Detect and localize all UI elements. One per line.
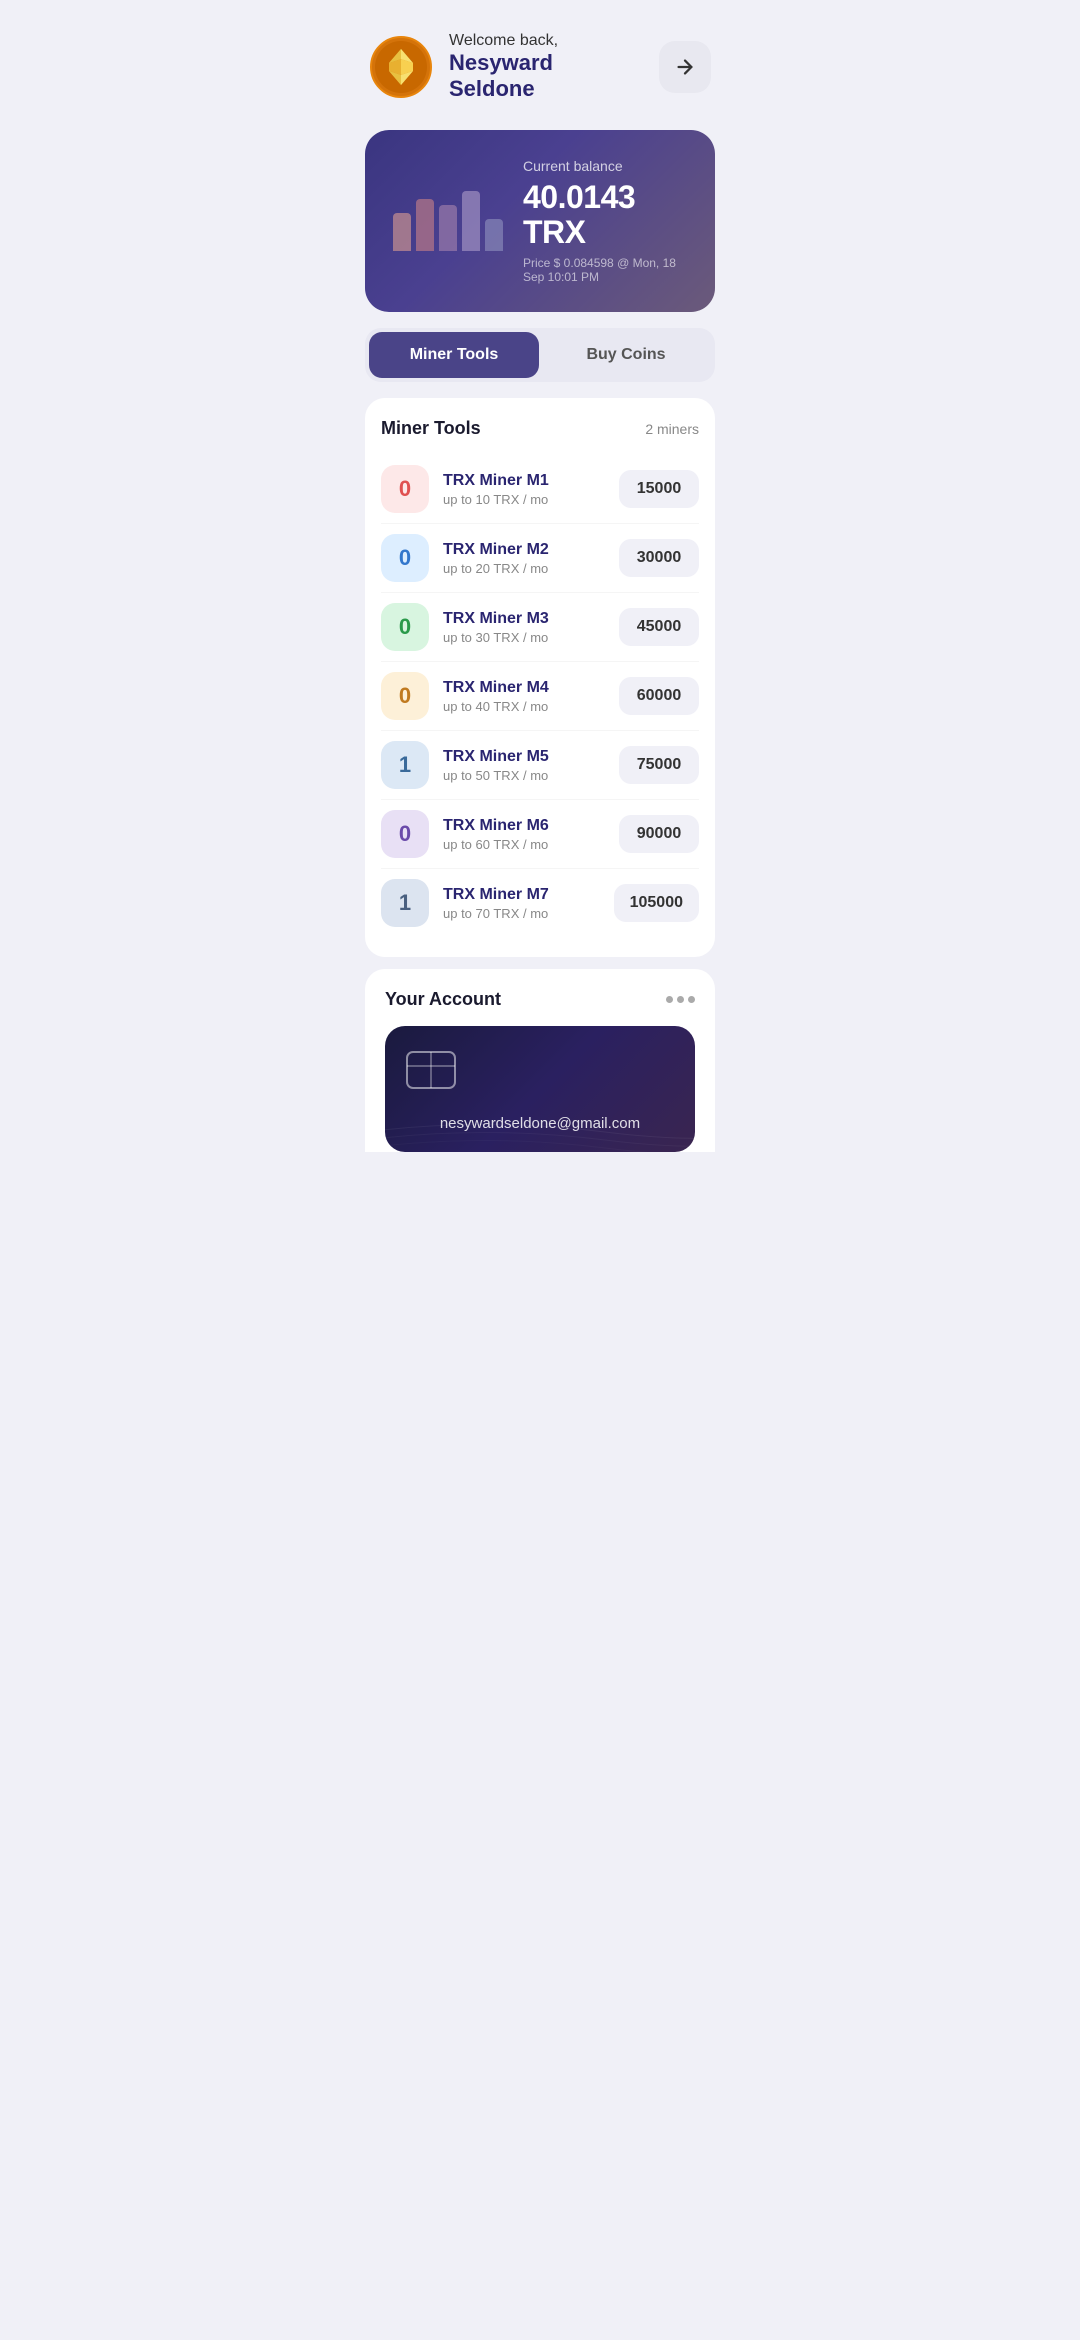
miner-item[interactable]: 0 TRX Miner M4 up to 40 TRX / mo 60000 [381,662,699,731]
chart-bar [439,205,457,251]
account-title: Your Account [385,989,501,1010]
account-card: nesywardseldone@gmail.com [385,1026,695,1152]
miner-info: TRX Miner M4 up to 40 TRX / mo [443,679,605,714]
miner-price: 105000 [614,884,699,922]
miner-item[interactable]: 0 TRX Miner M1 up to 10 TRX / mo 15000 [381,455,699,524]
miner-name: TRX Miner M6 [443,817,605,835]
miner-name: TRX Miner M3 [443,610,605,628]
miner-capacity: up to 40 TRX / mo [443,699,605,714]
miner-item[interactable]: 1 TRX Miner M7 up to 70 TRX / mo 105000 [381,869,699,937]
miner-item[interactable]: 0 TRX Miner M3 up to 30 TRX / mo 45000 [381,593,699,662]
miner-count-badge: 0 [381,465,429,513]
miner-tools-section: Miner Tools 2 miners 0 TRX Miner M1 up t… [365,398,715,957]
section-header: Miner Tools 2 miners [381,418,699,439]
chart-bar [393,213,411,251]
miner-name: TRX Miner M5 [443,748,605,766]
miner-list: 0 TRX Miner M1 up to 10 TRX / mo 15000 0… [381,455,699,937]
page-wrapper: Welcome back, Nesyward Seldone Current b… [345,0,735,2340]
header-text: Welcome back, Nesyward Seldone [449,32,643,102]
miner-info: TRX Miner M6 up to 60 TRX / mo [443,817,605,852]
miner-capacity: up to 50 TRX / mo [443,768,605,783]
balance-amount: 40.0143 TRX [523,180,687,250]
miner-name: TRX Miner M4 [443,679,605,697]
miner-info: TRX Miner M7 up to 70 TRX / mo [443,886,600,921]
miner-count-badge: 0 [381,672,429,720]
miner-item[interactable]: 1 TRX Miner M5 up to 50 TRX / mo 75000 [381,731,699,800]
miner-name: TRX Miner M2 [443,541,605,559]
balance-info: Current balance 40.0143 TRX Price $ 0.08… [523,158,687,284]
section-title: Miner Tools [381,418,481,439]
tabs-container: Miner ToolsBuy Coins [365,328,715,382]
miner-capacity: up to 30 TRX / mo [443,630,605,645]
card-icon [405,1050,675,1095]
more-options-button[interactable] [666,996,695,1003]
miner-price: 75000 [619,746,699,784]
chart-bar [485,219,503,251]
your-account-section: Your Account nesywardseldone@g [365,969,715,1152]
tab-miner-tools[interactable]: Miner Tools [369,332,539,378]
miner-capacity: up to 10 TRX / mo [443,492,605,507]
miner-price: 90000 [619,815,699,853]
miner-capacity: up to 20 TRX / mo [443,561,605,576]
miner-name: TRX Miner M7 [443,886,600,904]
miner-info: TRX Miner M2 up to 20 TRX / mo [443,541,605,576]
dot-1 [666,996,673,1003]
balance-price: Price $ 0.084598 @ Mon, 18 Sep 10:01 PM [523,256,687,284]
miner-capacity: up to 70 TRX / mo [443,906,600,921]
dot-3 [688,996,695,1003]
miners-count: 2 miners [645,421,699,437]
miner-info: TRX Miner M3 up to 30 TRX / mo [443,610,605,645]
miner-price: 60000 [619,677,699,715]
balance-label: Current balance [523,158,687,174]
miner-count-badge: 0 [381,810,429,858]
chart-bar [416,199,434,251]
miner-count-badge: 1 [381,879,429,927]
avatar [369,35,433,99]
welcome-text: Welcome back, [449,32,643,50]
user-name: Nesyward Seldone [449,50,643,102]
miner-info: TRX Miner M1 up to 10 TRX / mo [443,472,605,507]
miner-capacity: up to 60 TRX / mo [443,837,605,852]
navigate-button[interactable] [659,41,711,93]
chart-bar [462,191,480,251]
miner-price: 30000 [619,539,699,577]
miner-price: 15000 [619,470,699,508]
miner-count-badge: 0 [381,534,429,582]
dot-2 [677,996,684,1003]
miner-item[interactable]: 0 TRX Miner M6 up to 60 TRX / mo 90000 [381,800,699,869]
miner-info: TRX Miner M5 up to 50 TRX / mo [443,748,605,783]
balance-card: Current balance 40.0143 TRX Price $ 0.08… [365,130,715,312]
account-header: Your Account [385,989,695,1010]
chart-bars [393,191,503,251]
header: Welcome back, Nesyward Seldone [345,0,735,118]
miner-count-badge: 1 [381,741,429,789]
tab-buy-coins[interactable]: Buy Coins [541,332,711,378]
miner-name: TRX Miner M1 [443,472,605,490]
miner-price: 45000 [619,608,699,646]
miner-item[interactable]: 0 TRX Miner M2 up to 20 TRX / mo 30000 [381,524,699,593]
miner-count-badge: 0 [381,603,429,651]
